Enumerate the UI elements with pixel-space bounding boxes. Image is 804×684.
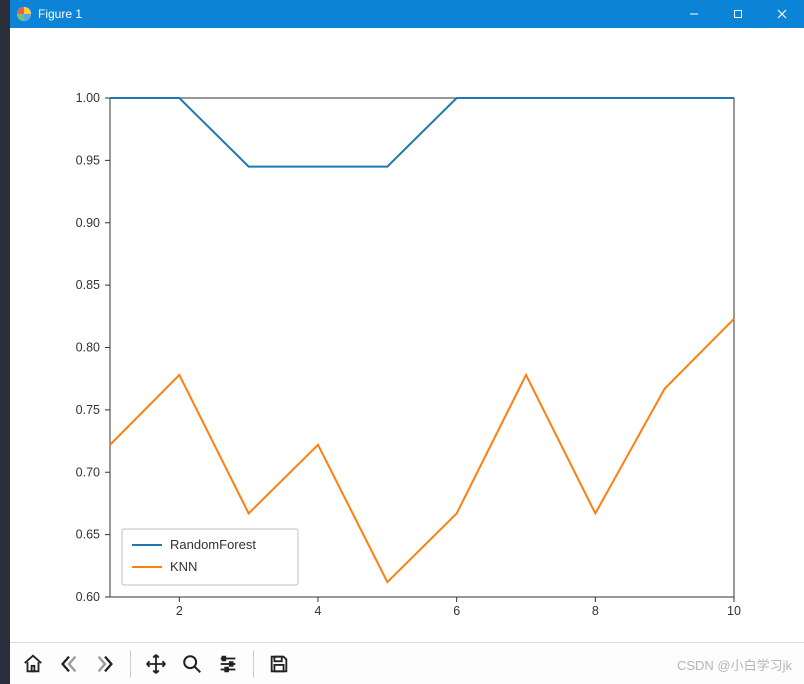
legend-label: KNN [170,559,197,574]
series-line [110,98,734,167]
plot-area: 2 4 6 8 10 0.60 0.65 0.70 0.75 0.80 0.85 0.90 0.95 1.… [10,28,804,642]
svg-text:0.70: 0.70 [76,465,100,479]
svg-text:0.90: 0.90 [76,216,100,230]
toolbar-separator [253,651,254,677]
svg-text:10: 10 [727,604,741,618]
minimize-button[interactable] [672,0,716,28]
svg-text:6: 6 [453,604,460,618]
svg-text:0.65: 0.65 [76,528,100,542]
matplotlib-toolbar [10,642,804,684]
maximize-button[interactable] [716,0,760,28]
chart-svg: 2 4 6 8 10 0.60 0.65 0.70 0.75 0.80 0.85 0.90 0.95 1.… [10,28,804,642]
svg-text:4: 4 [315,604,322,618]
titlebar: Figure 1 [10,0,804,28]
svg-text:0.95: 0.95 [76,153,100,167]
svg-text:2: 2 [176,604,183,618]
svg-text:0.80: 0.80 [76,341,100,355]
configure-subplots-button[interactable] [211,647,245,681]
figure-window: Figure 1 2 4 6 8 10 0.60 0.65 0.70 0.75 0.80 0.85 0… [10,0,804,684]
pan-button[interactable] [139,647,173,681]
svg-text:0.85: 0.85 [76,278,100,292]
back-button[interactable] [52,647,86,681]
close-button[interactable] [760,0,804,28]
svg-text:8: 8 [592,604,599,618]
toolbar-separator [130,651,131,677]
app-icon [16,6,32,22]
save-button[interactable] [262,647,296,681]
zoom-button[interactable] [175,647,209,681]
svg-text:0.60: 0.60 [76,590,100,604]
editor-gutter [0,0,10,684]
home-button[interactable] [16,647,50,681]
window-title: Figure 1 [38,7,82,21]
svg-text:1.00: 1.00 [76,91,100,105]
legend-label: RandomForest [170,537,256,552]
svg-text:0.75: 0.75 [76,403,100,417]
forward-button[interactable] [88,647,122,681]
